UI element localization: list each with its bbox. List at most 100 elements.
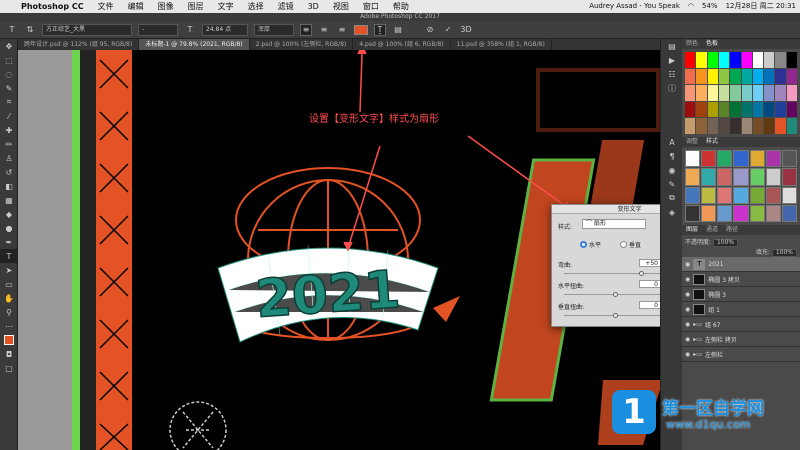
screen-mode-icon[interactable]: ▢ <box>0 361 18 375</box>
swatch-cell[interactable] <box>685 101 696 118</box>
brush-tool-icon[interactable]: ✏ <box>0 137 18 151</box>
swatch-cell[interactable] <box>707 101 718 118</box>
swatch-cell[interactable] <box>764 118 775 134</box>
style-preset[interactable] <box>781 168 797 186</box>
layer-row[interactable]: ◉ ▸▭ 左侧栏 <box>682 347 800 362</box>
eraser-tool-icon[interactable]: ◧ <box>0 179 18 193</box>
doc-tab-active[interactable]: 未标题-1 @ 79.8% (2021, RGB/8) <box>139 39 250 50</box>
style-preset[interactable] <box>701 150 717 168</box>
style-preset[interactable] <box>765 186 781 204</box>
swatch-cell[interactable] <box>741 68 752 85</box>
bend-slider[interactable] <box>639 271 644 276</box>
eye-icon[interactable]: ◉ <box>685 276 690 283</box>
swatch-cell[interactable] <box>707 52 718 68</box>
swatch-cell[interactable] <box>752 85 764 101</box>
battery-percent[interactable]: 54% <box>702 0 718 13</box>
commit-edit-icon[interactable]: ✓ <box>442 24 454 36</box>
menu-layer[interactable]: 图层 <box>181 0 211 13</box>
menu-filter[interactable]: 滤镜 <box>271 0 301 13</box>
swatch-cell[interactable] <box>786 68 797 85</box>
swatch-cell[interactable] <box>696 85 707 101</box>
swatch-cell[interactable] <box>696 118 707 134</box>
warp-text-icon[interactable]: T̰ <box>374 23 386 36</box>
swatch-cell[interactable] <box>764 68 775 85</box>
doc-tab[interactable]: 2.psd @ 100% (左侧栏, RGB/8) <box>250 39 354 50</box>
style-preset[interactable] <box>701 186 717 204</box>
menu-image[interactable]: 图像 <box>151 0 181 13</box>
font-style-select[interactable]: - <box>138 23 178 36</box>
hand-tool-icon[interactable]: ✋ <box>0 291 18 305</box>
style-preset[interactable] <box>733 204 749 222</box>
swatch-cell[interactable] <box>741 101 752 118</box>
style-preset[interactable] <box>765 168 781 186</box>
app-menu[interactable]: Photoshop CC <box>14 0 91 13</box>
tab-swatches[interactable]: 色板 <box>706 39 718 49</box>
blur-tool-icon[interactable]: ◆ <box>0 207 18 221</box>
3d-icon[interactable]: 3D <box>460 24 472 36</box>
doc-tab[interactable]: 11.psd @ 358% (组 1, RGB/8) <box>451 39 552 50</box>
menu-view[interactable]: 视图 <box>326 0 356 13</box>
radio-horizontal[interactable]: 水平 <box>580 240 601 249</box>
swatch-cell[interactable] <box>685 68 696 85</box>
more-tools-icon[interactable]: ⋯ <box>0 319 18 333</box>
history-brush-icon[interactable]: ↺ <box>0 165 18 179</box>
stamp-tool-icon[interactable]: ♙ <box>0 151 18 165</box>
style-preset[interactable] <box>781 204 797 222</box>
tab-styles[interactable]: 样式 <box>706 137 718 147</box>
style-preset[interactable] <box>733 186 749 204</box>
style-preset[interactable] <box>781 150 797 168</box>
style-preset[interactable] <box>749 186 765 204</box>
lasso-tool-icon[interactable]: ◌ <box>0 67 18 81</box>
vdist-slider[interactable] <box>613 313 618 318</box>
move-tool-icon[interactable]: ✥ <box>0 39 18 53</box>
style-preset[interactable] <box>749 204 765 222</box>
eye-icon[interactable]: ◉ <box>685 321 690 328</box>
style-preset[interactable] <box>749 150 765 168</box>
anti-alias-select[interactable]: 浑厚 <box>254 23 294 36</box>
swatch-cell[interactable] <box>718 101 730 118</box>
doc-tab[interactable]: 4.psd @ 100% (组 6, RGB/8) <box>353 39 451 50</box>
menu-file[interactable]: 文件 <box>91 0 121 13</box>
style-preset[interactable] <box>685 186 701 204</box>
swatch-cell[interactable] <box>752 101 764 118</box>
menu-select[interactable]: 选择 <box>241 0 271 13</box>
zoom-tool-icon[interactable]: ⚲ <box>0 305 18 319</box>
swatch-cell[interactable] <box>764 85 775 101</box>
marquee-tool-icon[interactable]: ⬚ <box>0 53 18 67</box>
swatch-cell[interactable] <box>775 68 786 85</box>
swatch-cell[interactable] <box>786 52 797 68</box>
info-panel-icon[interactable]: ⓘ <box>661 81 683 95</box>
swatch-cell[interactable] <box>741 85 752 101</box>
menu-help[interactable]: 帮助 <box>386 0 416 13</box>
swatch-cell[interactable] <box>730 68 741 85</box>
layer-row[interactable]: ◉ 组 1 <box>682 302 800 317</box>
eye-icon[interactable]: ◉ <box>685 351 690 358</box>
opacity-field[interactable]: 100% <box>712 239 739 247</box>
style-preset[interactable] <box>765 204 781 222</box>
quick-mask-icon[interactable]: ◘ <box>0 347 18 361</box>
shape-tool-icon[interactable]: ▭ <box>0 277 18 291</box>
layer-row[interactable]: ◉ 椭圆 3 拷贝 <box>682 272 800 287</box>
radio-vertical[interactable]: 垂直 <box>620 240 641 249</box>
swatch-cell[interactable] <box>707 85 718 101</box>
swatch-cell[interactable] <box>718 68 730 85</box>
layer-row[interactable]: ◉ 椭圆 3 <box>682 287 800 302</box>
swatch-cell[interactable] <box>685 52 696 68</box>
color-swatches-icon[interactable] <box>0 333 18 347</box>
swatch-cell[interactable] <box>741 52 752 68</box>
layer-row[interactable]: ◉ ▸▭ 组 67 <box>682 317 800 332</box>
dodge-tool-icon[interactable]: ● <box>0 221 18 235</box>
swatch-cell[interactable] <box>775 101 786 118</box>
gradient-tool-icon[interactable]: ▦ <box>0 193 18 207</box>
brush-panel-icon[interactable]: ✎ <box>661 177 683 191</box>
swatch-cell[interactable] <box>685 118 696 134</box>
align-left-icon[interactable]: ≡ <box>300 23 312 36</box>
swatch-cell[interactable] <box>775 52 786 68</box>
menu-type[interactable]: 文字 <box>211 0 241 13</box>
align-right-icon[interactable]: ≡ <box>336 24 348 36</box>
swatch-cell[interactable] <box>775 118 786 134</box>
glyphs-panel-icon[interactable]: ◉ <box>661 163 683 177</box>
style-select[interactable]: ⌒ 扇形 <box>582 219 646 229</box>
swatch-cell[interactable] <box>775 85 786 101</box>
swatch-cell[interactable] <box>730 85 741 101</box>
